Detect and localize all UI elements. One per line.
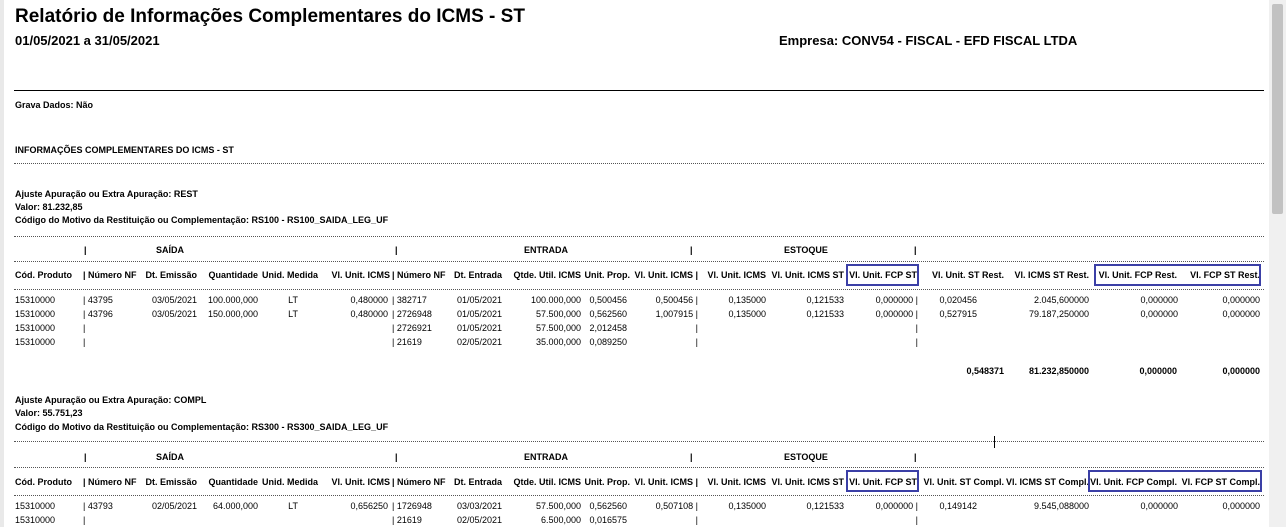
table-cell: | [83, 515, 86, 525]
dotted-divider [14, 236, 1264, 237]
group-separator: | [84, 452, 87, 462]
grava-dados: Grava Dados: Não [15, 100, 94, 110]
company-name: Empresa: CONV54 - FISCAL - EFD FISCAL LT… [779, 33, 1078, 48]
table-cell: 15310000 [15, 323, 56, 333]
highlight-box [846, 470, 919, 492]
highlight-box [846, 264, 919, 286]
table-cell: | [695, 337, 698, 347]
table-cell: | [83, 323, 86, 333]
table-cell: | [915, 337, 918, 347]
scroll-thumb[interactable] [1272, 4, 1283, 214]
highlight-box [1088, 470, 1262, 492]
table-cell: 0,000000 [1222, 295, 1260, 305]
dotted-divider [14, 261, 1264, 262]
dotted-divider [14, 289, 1264, 290]
dotted-divider [14, 495, 1264, 496]
block2-valor: Valor: 55.751,23 [15, 408, 83, 418]
table-cell: | [915, 323, 918, 333]
group-saida: SAÍDA [156, 245, 185, 255]
table-cell: | [695, 515, 698, 525]
table-cell: | [695, 323, 698, 333]
text-cursor [994, 436, 995, 448]
block2-codigo: Código do Motivo da Restituição ou Compl… [15, 422, 389, 432]
dotted-divider [14, 467, 1264, 468]
group-entrada: ENTRADA [524, 452, 568, 462]
group-estoque: ESTOQUE [784, 452, 828, 462]
table-cell: 0,000000 [1222, 309, 1260, 319]
table-cell: | [915, 515, 918, 525]
dotted-divider [14, 441, 1264, 442]
vertical-scrollbar[interactable] [1269, 0, 1286, 527]
group-separator: | [395, 452, 398, 462]
block2-ajuste: Ajuste Apuração ou Extra Apuração: COMPL [15, 395, 207, 405]
report-period: 01/05/2021 a 31/05/2021 [15, 33, 160, 48]
block1-valor: Valor: 81.232,85 [15, 202, 83, 212]
block1-codigo: Código do Motivo da Restituição ou Compl… [15, 215, 389, 225]
table-cell: 0,000000 [1222, 501, 1260, 511]
report-page: Relatório de Informações Complementares … [4, 0, 1269, 527]
group-entrada: ENTRADA [524, 245, 568, 255]
report-title: Relatório de Informações Complementares … [15, 6, 525, 27]
group-separator: | [84, 245, 87, 255]
total-value: 0,000000 [1222, 366, 1260, 376]
dotted-divider [14, 163, 1264, 164]
group-separator: | [395, 245, 398, 255]
table-cell: 15310000 [15, 515, 56, 525]
section-title: INFORMAÇÕES COMPLEMENTARES DO ICMS - ST [15, 145, 234, 155]
highlight-box [1094, 264, 1261, 286]
table-cell: | [83, 337, 86, 347]
header-divider [14, 90, 1264, 91]
block1-ajuste: Ajuste Apuração ou Extra Apuração: REST [15, 189, 198, 199]
group-separator: | [914, 452, 917, 462]
group-separator: | [690, 245, 693, 255]
group-separator: | [690, 452, 693, 462]
group-separator: | [914, 245, 917, 255]
group-saida: SAÍDA [156, 452, 185, 462]
group-estoque: ESTOQUE [784, 245, 828, 255]
table-cell: 15310000 [15, 337, 56, 347]
